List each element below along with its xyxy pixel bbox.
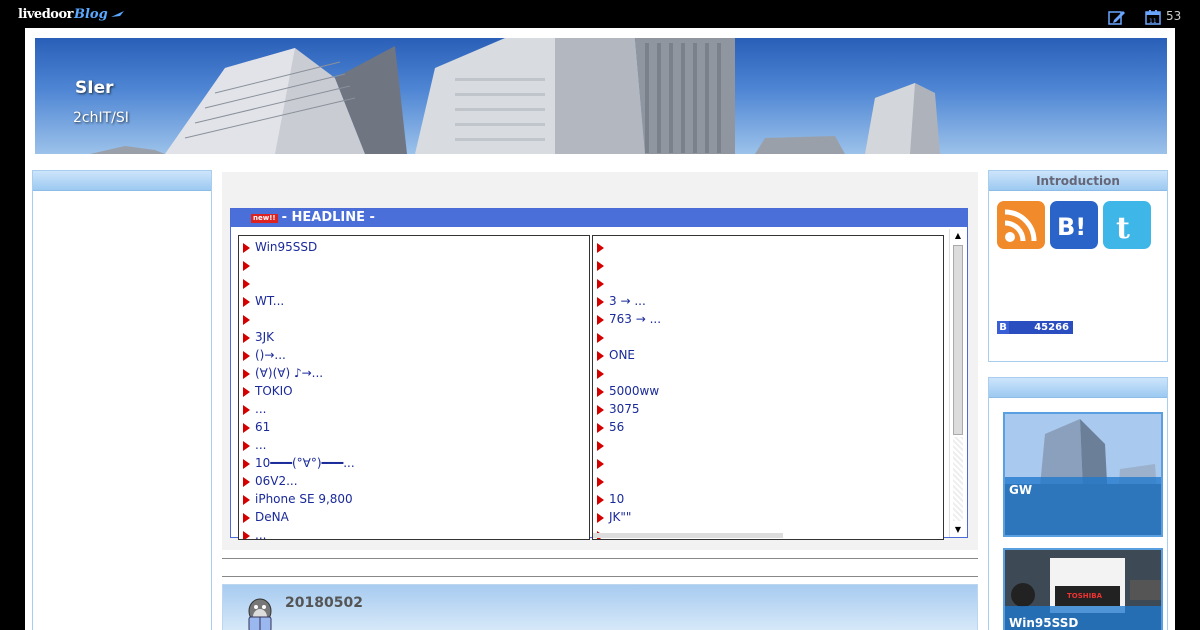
- pickup-box: GW TOSHIBA Win95SSD: [988, 377, 1168, 630]
- headline-item[interactable]: ONE: [593, 346, 943, 364]
- headline-item[interactable]: ...: [239, 526, 589, 539]
- divider: [222, 558, 978, 559]
- headline-item[interactable]: 3075: [593, 400, 943, 418]
- hatena-bookmark-icon[interactable]: B!: [1050, 201, 1098, 249]
- headline-title-bar: new!! - HEADLINE -: [231, 209, 967, 227]
- calendar-icon[interactable]: 11: [1145, 9, 1161, 25]
- blog-header-banner[interactable]: SIer 2chIT/SI: [35, 38, 1167, 154]
- logo-blog-text: Blog: [73, 7, 108, 22]
- hatena-bookmark-counter[interactable]: B 45266: [997, 321, 1073, 334]
- rss-icon[interactable]: [997, 201, 1045, 249]
- horizontal-scrollbar[interactable]: [593, 533, 783, 538]
- headline-area: new!! - HEADLINE - Win95SSD WT... 3JK ()→...…: [222, 172, 978, 550]
- introduction-box: Introduction B! t B 45266: [988, 170, 1168, 362]
- headline-item[interactable]: [593, 454, 943, 472]
- page-container: SIer 2chIT/SI new!! - HEADLINE - Win95SSD…: [25, 28, 1175, 630]
- pickup-item[interactable]: TOSHIBA Win95SSD: [1003, 548, 1163, 630]
- headline-item[interactable]: iPhone SE 9,800: [239, 490, 589, 508]
- headline-item[interactable]: [239, 274, 589, 292]
- headline-item[interactable]: TOKIO: [239, 382, 589, 400]
- pickup-item[interactable]: GW: [1003, 412, 1163, 537]
- site-title[interactable]: SIer: [75, 78, 113, 98]
- pickup-item-label: Win95SSD: [1005, 606, 1161, 630]
- headline-item[interactable]: [593, 472, 943, 490]
- scroll-track[interactable]: [953, 437, 963, 521]
- headline-item[interactable]: 56: [593, 418, 943, 436]
- headline-item[interactable]: 06V2...: [239, 472, 589, 490]
- headline-item[interactable]: DeNA: [239, 508, 589, 526]
- headline-item[interactable]: ()→...: [239, 346, 589, 364]
- headline-item[interactable]: [239, 256, 589, 274]
- svg-text:TOSHIBA: TOSHIBA: [1067, 592, 1103, 600]
- headline-item[interactable]: 5000ww: [593, 382, 943, 400]
- hatena-counter-value: 45266: [1034, 322, 1069, 333]
- logo-swoosh-icon: [110, 11, 124, 17]
- hatena-counter-label: B: [997, 321, 1009, 334]
- headline-item[interactable]: 763 → ...: [593, 310, 943, 328]
- headline-item[interactable]: Win95SSD: [239, 238, 589, 256]
- left-sidebar-title: [33, 171, 211, 191]
- new-badge: new!!: [251, 214, 278, 223]
- headline-left-column: Win95SSD WT... 3JK ()→... (∀)(∀) ♪→... TOKIO.…: [238, 235, 590, 540]
- headline-item[interactable]: [593, 436, 943, 454]
- headline-item[interactable]: 10━━━(°∀°)━━━...: [239, 454, 589, 472]
- headline-item[interactable]: (∀)(∀) ♪→...: [239, 364, 589, 382]
- headline-item[interactable]: [593, 364, 943, 382]
- headline-item[interactable]: [593, 328, 943, 346]
- headline-item[interactable]: 3 → ...: [593, 292, 943, 310]
- divider: [222, 576, 978, 577]
- introduction-title: Introduction: [989, 171, 1167, 191]
- headline-item[interactable]: ...: [239, 436, 589, 454]
- left-sidebar-box: [32, 170, 212, 630]
- headline-right-column: 3 → ... 763 → ... ONE 5000ww 3075 56 10 JK"": [592, 235, 944, 540]
- headline-item[interactable]: WT...: [239, 292, 589, 310]
- svg-text:11: 11: [1149, 18, 1157, 25]
- headline-scrollbar[interactable]: ▲ ▼: [949, 229, 965, 537]
- svg-text:t: t: [1116, 211, 1130, 246]
- svg-text:B!: B!: [1057, 213, 1086, 241]
- notification-count[interactable]: 53: [1166, 9, 1181, 23]
- pickup-item-label: GW: [1005, 477, 1161, 535]
- headline-title: - HEADLINE -: [281, 210, 375, 225]
- edit-post-icon[interactable]: [1108, 9, 1126, 25]
- twitter-icon[interactable]: t: [1103, 201, 1151, 249]
- livedoor-blog-logo[interactable]: livedoor Blog: [18, 7, 126, 23]
- entry-date[interactable]: 20180502: [285, 595, 363, 611]
- top-bar: livedoor Blog 11 53: [0, 0, 1200, 28]
- scroll-thumb[interactable]: [953, 245, 963, 435]
- headline-item[interactable]: [593, 238, 943, 256]
- scroll-down-icon[interactable]: ▼: [950, 523, 966, 537]
- headline-widget: new!! - HEADLINE - Win95SSD WT... 3JK ()→...…: [230, 208, 968, 540]
- penguin-avatar-icon: [248, 598, 272, 630]
- skyscraper-banner-image: [90, 38, 940, 154]
- headline-item[interactable]: [593, 274, 943, 292]
- entry-header: 20180502: [222, 584, 978, 630]
- headline-item[interactable]: JK"": [593, 508, 943, 526]
- scroll-up-icon[interactable]: ▲: [950, 229, 966, 243]
- pickup-title: [989, 378, 1167, 398]
- headline-item[interactable]: 10: [593, 490, 943, 508]
- headline-item[interactable]: ...: [239, 400, 589, 418]
- headline-item[interactable]: [593, 256, 943, 274]
- headline-item[interactable]: 3JK: [239, 328, 589, 346]
- headline-item[interactable]: 61: [239, 418, 589, 436]
- headline-item[interactable]: [239, 310, 589, 328]
- site-description: 2chIT/SI: [73, 110, 129, 126]
- logo-text: livedoor: [18, 7, 73, 22]
